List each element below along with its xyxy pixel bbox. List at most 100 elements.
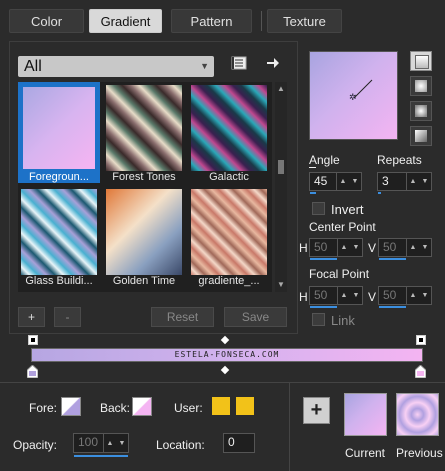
scroll-thumb[interactable]	[278, 160, 284, 174]
remove-gradient-button[interactable]: -	[54, 307, 81, 327]
opacity-label: Opacity:	[13, 438, 58, 452]
gradient-thumbnail	[191, 189, 267, 275]
gradient-item[interactable]: Foregroun...	[18, 82, 100, 183]
style-radial-button[interactable]	[410, 101, 432, 121]
current-label: Current	[345, 446, 386, 460]
library-book-icon[interactable]	[231, 56, 247, 70]
invert-checkbox[interactable]	[312, 202, 325, 215]
gradient-grid: Foregroun... Forest Tones Galactic Glass…	[18, 82, 272, 292]
gradient-label: Glass Buildi...	[25, 275, 93, 287]
color-stop-left[interactable]	[26, 364, 39, 379]
gradient-label: Golden Time	[112, 275, 176, 287]
tab-pattern[interactable]: Pattern	[171, 9, 252, 33]
current-swatch[interactable]	[344, 393, 387, 436]
style-linear-button[interactable]	[410, 51, 432, 71]
scroll-up-icon[interactable]: ▲	[277, 84, 285, 93]
gradient-thumbnail	[21, 189, 97, 275]
focal-v-stepper[interactable]: ▲ ▼	[406, 287, 431, 304]
angle-underline	[309, 167, 316, 168]
previous-swatch[interactable]	[396, 393, 439, 436]
center-v-stepper[interactable]: ▲ ▼	[406, 239, 431, 256]
user-label: User:	[174, 401, 203, 415]
location-label: Location:	[156, 438, 205, 452]
library-filter-dropdown[interactable]: All ▼	[18, 56, 214, 77]
angle-handle-icon[interactable]: ✲	[349, 92, 357, 103]
back-label: Back:	[100, 401, 131, 415]
center-v-input[interactable]: 50 ▲ ▼	[378, 238, 432, 260]
add-gradient-button[interactable]: +	[18, 307, 45, 327]
style-sunburst-button[interactable]	[410, 126, 432, 146]
repeats-stepper[interactable]: ▲ ▼	[406, 173, 431, 190]
back-swatch[interactable]	[132, 397, 152, 416]
center-h-value: 50	[314, 240, 328, 254]
focal-h-stepper[interactable]: ▲ ▼	[337, 287, 362, 304]
watermark-text: ESTELA-FONSECA.COM	[174, 350, 280, 359]
repeats-level	[378, 192, 381, 194]
focal-h-input[interactable]: 50 ▲ ▼	[309, 286, 363, 308]
focal-h-level	[310, 306, 337, 308]
gradient-item[interactable]: Golden Time	[103, 186, 185, 287]
user-swatch-1[interactable]	[212, 397, 230, 415]
repeats-value: 3	[382, 174, 389, 188]
focal-v-level	[379, 306, 406, 308]
focal-point-label: Focal Point	[309, 267, 370, 281]
angle-stepper[interactable]: ▲ ▼	[336, 173, 361, 190]
gradient-thumbnail	[19, 83, 99, 173]
focal-v-input[interactable]: 50 ▲ ▼	[378, 286, 432, 308]
center-point-label: Center Point	[309, 220, 376, 234]
gradient-label: gradiente_...	[198, 275, 260, 287]
bottom-vertical-divider	[289, 383, 290, 471]
gradient-item[interactable]: gradiente_...	[188, 186, 270, 287]
gradient-label: Galactic	[209, 171, 249, 183]
save-button[interactable]: Save	[224, 307, 287, 327]
link-label[interactable]: Link	[331, 313, 355, 328]
add-swatch-button[interactable]: +	[303, 397, 330, 424]
angle-input[interactable]: 45 ▲ ▼	[309, 172, 362, 194]
fore-swatch[interactable]	[61, 397, 81, 416]
user-swatch-2[interactable]	[236, 397, 254, 415]
color-midpoint-marker[interactable]	[220, 365, 230, 375]
center-h-stepper[interactable]: ▲ ▼	[337, 239, 362, 256]
opacity-midpoint-marker[interactable]	[220, 335, 230, 345]
style-rectangular-button[interactable]	[410, 76, 432, 96]
gradient-thumbnail	[106, 189, 182, 275]
tab-color[interactable]: Color	[9, 9, 84, 33]
gradient-preview[interactable]: ✲	[309, 51, 398, 140]
bottom-divider	[0, 382, 445, 383]
gradient-label: Foregroun...	[29, 171, 89, 183]
center-h-label: H	[299, 241, 308, 255]
center-v-value: 50	[383, 240, 397, 254]
opacity-level	[74, 455, 128, 457]
focal-v-label: V	[368, 290, 377, 304]
tab-gradient[interactable]: Gradient	[89, 9, 162, 33]
opacity-stop-left[interactable]	[28, 335, 38, 345]
tab-separator	[261, 11, 262, 31]
focal-h-label: H	[299, 290, 308, 304]
scroll-down-icon[interactable]: ▼	[277, 280, 285, 289]
tab-texture[interactable]: Texture	[267, 9, 342, 33]
center-v-level	[379, 258, 406, 260]
gradient-scrollbar[interactable]: ▲ ▼	[275, 82, 287, 292]
color-stop-right[interactable]	[414, 364, 427, 379]
gradient-item[interactable]: Galactic	[188, 82, 270, 183]
repeats-input[interactable]: 3 ▲ ▼	[377, 172, 432, 194]
gradient-item[interactable]: Glass Buildi...	[18, 186, 100, 287]
angle-label: Angle	[309, 153, 340, 167]
fore-label: Fore:	[29, 401, 58, 415]
invert-label[interactable]: Invert	[331, 202, 364, 217]
link-checkbox[interactable]	[312, 313, 325, 326]
opacity-stop-right[interactable]	[416, 335, 426, 345]
gradient-thumbnail	[106, 85, 182, 171]
opacity-stepper[interactable]: ▲ ▼	[103, 434, 128, 452]
reset-button[interactable]: Reset	[151, 307, 214, 327]
gradient-bar[interactable]: ESTELA-FONSECA.COM	[31, 348, 423, 362]
center-h-input[interactable]: 50 ▲ ▼	[309, 238, 363, 260]
location-input[interactable]: 0	[223, 433, 255, 453]
arrow-right-icon[interactable]	[266, 56, 280, 70]
library-filter-value: All	[24, 58, 42, 75]
chevron-down-icon: ▼	[200, 61, 209, 71]
opacity-input[interactable]: 100 ▲ ▼	[73, 433, 129, 457]
gradient-thumbnail	[191, 85, 267, 171]
location-value: 0	[228, 435, 235, 449]
gradient-item[interactable]: Forest Tones	[103, 82, 185, 183]
